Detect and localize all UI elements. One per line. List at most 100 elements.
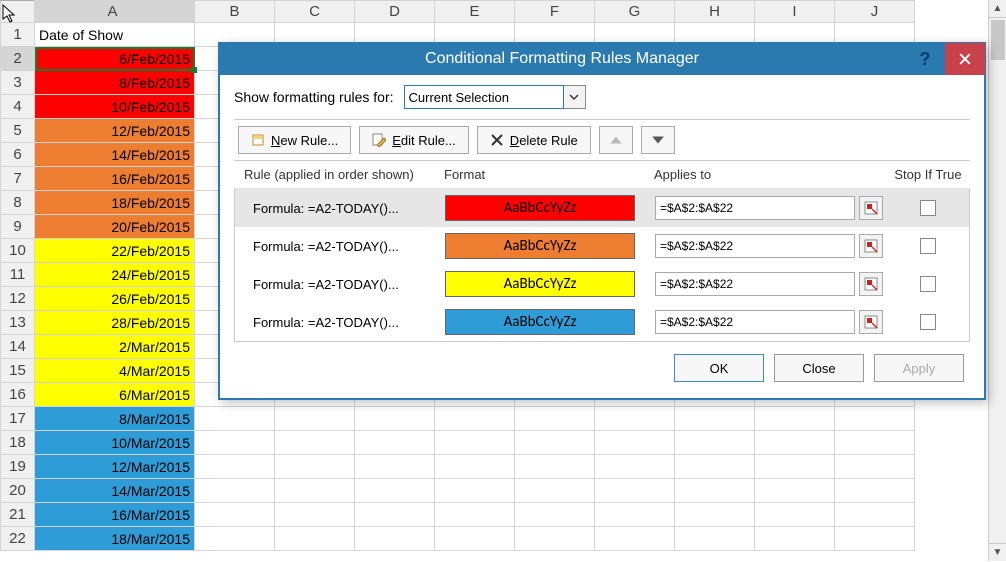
cell[interactable] xyxy=(835,503,915,527)
ok-button[interactable]: OK xyxy=(674,354,764,382)
cell[interactable] xyxy=(675,527,755,551)
range-selector-button[interactable] xyxy=(859,196,883,220)
cell[interactable] xyxy=(355,479,435,503)
row-header[interactable]: 16 xyxy=(1,383,35,407)
applies-to-input[interactable] xyxy=(655,310,855,334)
row-header[interactable]: 21 xyxy=(1,503,35,527)
row-header[interactable]: 18 xyxy=(1,431,35,455)
cell[interactable] xyxy=(515,503,595,527)
cell[interactable] xyxy=(835,455,915,479)
applies-to-input[interactable] xyxy=(655,272,855,296)
cell[interactable]: 14/Feb/2015 xyxy=(35,143,195,167)
rule-row[interactable]: Formula: =A2-TODAY()...AaBbCcYyZz xyxy=(235,265,969,303)
cell[interactable] xyxy=(435,479,515,503)
cell[interactable]: 2/Mar/2015 xyxy=(35,335,195,359)
cell[interactable]: 10/Mar/2015 xyxy=(35,431,195,455)
row-header[interactable]: 6 xyxy=(1,143,35,167)
cell[interactable] xyxy=(755,527,835,551)
cell[interactable]: 28/Feb/2015 xyxy=(35,311,195,335)
cell[interactable] xyxy=(515,431,595,455)
cell[interactable] xyxy=(275,527,355,551)
cell[interactable]: 20/Feb/2015 xyxy=(35,215,195,239)
cell[interactable]: 8/Feb/2015 xyxy=(35,71,195,95)
cell[interactable] xyxy=(435,527,515,551)
cell[interactable]: 10/Feb/2015 xyxy=(35,95,195,119)
cell[interactable] xyxy=(755,455,835,479)
move-rule-down-button[interactable] xyxy=(641,126,675,154)
row-header[interactable]: 1 xyxy=(1,23,35,47)
row-header[interactable]: 22 xyxy=(1,527,35,551)
rule-row[interactable]: Formula: =A2-TODAY()...AaBbCcYyZz xyxy=(235,227,969,265)
cell[interactable] xyxy=(515,527,595,551)
cell[interactable] xyxy=(195,503,275,527)
dialog-help-button[interactable]: ? xyxy=(905,43,945,75)
cell[interactable] xyxy=(595,407,675,431)
cell[interactable] xyxy=(835,431,915,455)
cell[interactable] xyxy=(435,407,515,431)
col-header-G[interactable]: G xyxy=(595,1,675,23)
show-rules-for-dropdown[interactable]: Current Selection xyxy=(404,85,586,109)
cell[interactable] xyxy=(355,431,435,455)
row-header[interactable]: 13 xyxy=(1,311,35,335)
cell[interactable] xyxy=(275,455,355,479)
row-header[interactable]: 19 xyxy=(1,455,35,479)
cell[interactable] xyxy=(835,527,915,551)
stop-if-true-checkbox[interactable] xyxy=(920,200,936,216)
row-header[interactable]: 4 xyxy=(1,95,35,119)
cell[interactable] xyxy=(275,407,355,431)
cell[interactable] xyxy=(515,455,595,479)
col-header-A[interactable]: A xyxy=(35,1,195,23)
stop-if-true-checkbox[interactable] xyxy=(920,276,936,292)
cell[interactable] xyxy=(595,503,675,527)
applies-to-input[interactable] xyxy=(655,234,855,258)
col-header-F[interactable]: F xyxy=(515,1,595,23)
cell[interactable]: 6/Mar/2015 xyxy=(35,383,195,407)
cell[interactable]: 14/Mar/2015 xyxy=(35,479,195,503)
cell[interactable] xyxy=(275,503,355,527)
row-header[interactable]: 20 xyxy=(1,479,35,503)
cell[interactable] xyxy=(195,479,275,503)
edit-rule-button[interactable]: Edit Rule... xyxy=(359,126,469,154)
cell[interactable]: 18/Feb/2015 xyxy=(35,191,195,215)
row-header[interactable]: 17 xyxy=(1,407,35,431)
cell[interactable] xyxy=(835,407,915,431)
cell[interactable]: 24/Feb/2015 xyxy=(35,263,195,287)
cell[interactable] xyxy=(435,503,515,527)
col-header-E[interactable]: E xyxy=(435,1,515,23)
row-header[interactable]: 10 xyxy=(1,239,35,263)
row-header[interactable]: 8 xyxy=(1,191,35,215)
rule-row[interactable]: Formula: =A2-TODAY()...AaBbCcYyZz xyxy=(235,303,969,341)
delete-rule-button[interactable]: Delete Rule xyxy=(477,126,591,154)
col-header-C[interactable]: C xyxy=(275,1,355,23)
cell[interactable]: Date of Show xyxy=(35,23,195,47)
cell[interactable] xyxy=(195,407,275,431)
cell[interactable]: 8/Mar/2015 xyxy=(35,407,195,431)
apply-button[interactable]: Apply xyxy=(874,354,964,382)
cell[interactable] xyxy=(755,431,835,455)
cell[interactable]: 12/Mar/2015 xyxy=(35,455,195,479)
row-header[interactable]: 3 xyxy=(1,71,35,95)
row-header[interactable]: 2 xyxy=(1,47,35,71)
cell[interactable]: 6/Feb/2015 xyxy=(35,47,195,71)
cell[interactable] xyxy=(755,503,835,527)
col-header-D[interactable]: D xyxy=(355,1,435,23)
move-rule-up-button[interactable] xyxy=(599,126,633,154)
cell[interactable] xyxy=(355,503,435,527)
cell[interactable] xyxy=(195,455,275,479)
cell[interactable] xyxy=(595,527,675,551)
dialog-close-button[interactable] xyxy=(945,43,985,75)
cell[interactable] xyxy=(675,431,755,455)
stop-if-true-checkbox[interactable] xyxy=(920,238,936,254)
cell[interactable] xyxy=(515,407,595,431)
cell[interactable]: 16/Mar/2015 xyxy=(35,503,195,527)
cell[interactable]: 22/Feb/2015 xyxy=(35,239,195,263)
cell[interactable] xyxy=(755,479,835,503)
cell[interactable] xyxy=(595,431,675,455)
row-header[interactable]: 11 xyxy=(1,263,35,287)
row-header[interactable]: 5 xyxy=(1,119,35,143)
cell[interactable] xyxy=(355,527,435,551)
range-selector-button[interactable] xyxy=(859,272,883,296)
row-header[interactable]: 9 xyxy=(1,215,35,239)
range-selector-button[interactable] xyxy=(859,234,883,258)
applies-to-input[interactable] xyxy=(655,196,855,220)
